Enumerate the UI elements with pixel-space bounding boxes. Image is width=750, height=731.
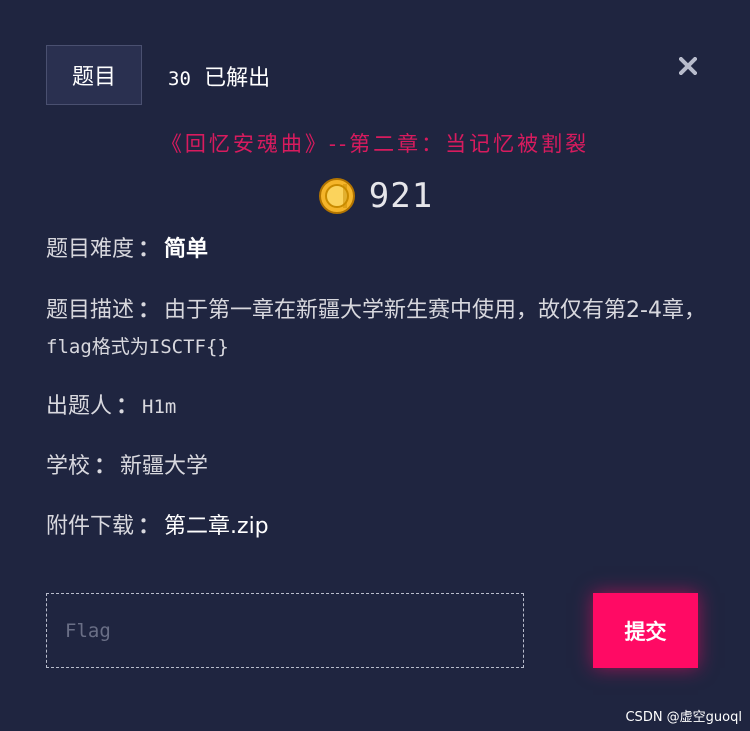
close-icon[interactable] [676,54,700,78]
school-label: 学校 [46,454,91,479]
flag-format: flag格式为ISCTF{} [46,336,229,358]
coin-icon [318,178,355,214]
author-value: H1m [142,396,177,418]
attachment-row: 附件下载：第二章.zip [46,509,269,545]
school-row: 学校：新疆大学 [46,449,208,485]
attachment-label: 附件下载 [46,514,135,539]
difficulty-row: 题目难度：简单 [46,232,208,268]
separator: ： [94,454,117,479]
author-label: 出题人 [46,394,113,419]
attachment-link[interactable]: 第二章.zip [164,514,269,539]
solves-number: 30 [168,68,191,90]
challenge-name: 《回忆安魂曲》--第二章：当记忆被割裂 [160,132,590,156]
separator: ： [138,298,161,323]
author-row: 出题人： H1m [46,389,176,425]
watermark: CSDN @虚空guoql [625,710,742,725]
difficulty-value: 简单 [164,237,209,262]
description-value: 由于第一章在新疆大学新生赛中使用，故仅有第2-4章， [164,298,706,323]
school-value: 新疆大学 [120,454,209,479]
separator: ： [138,514,161,539]
points-value: 921 [368,176,434,216]
solves-label: 已解出 [204,66,271,91]
challenge-points: 921 [0,176,750,216]
description-row: 题目描述：由于第一章在新疆大学新生赛中使用，故仅有第2-4章， flag格式为IS… [46,293,706,365]
submit-button[interactable]: 提交 [593,593,698,668]
description-label: 题目描述 [46,298,135,323]
separator: ： [116,394,139,419]
tab-challenge[interactable]: 题目 [46,45,142,105]
challenge-modal: 题目 30 已解出 《回忆安魂曲》--第二章：当记忆被割裂 921 题目难度：简… [0,0,750,731]
flag-input[interactable] [46,593,524,668]
difficulty-label: 题目难度 [46,237,135,262]
separator: ： [138,237,161,262]
